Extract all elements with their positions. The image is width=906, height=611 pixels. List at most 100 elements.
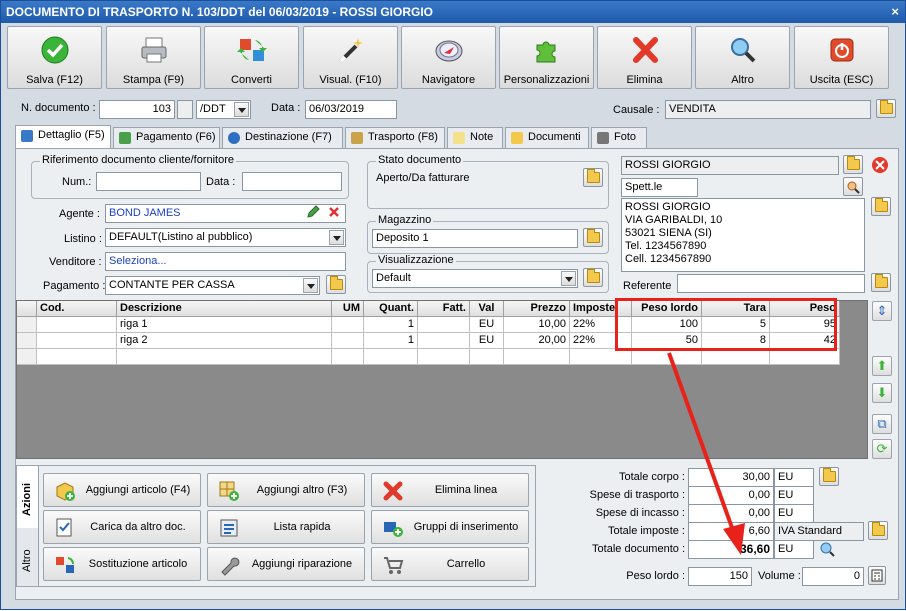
venditore-field[interactable]: Seleziona...	[105, 252, 346, 271]
grid-cell[interactable]: riga 2	[117, 333, 332, 349]
magazzino-field[interactable]: Deposito 1	[372, 229, 578, 248]
num-field[interactable]	[96, 172, 201, 191]
delete-line-button[interactable]: Elimina linea	[371, 473, 529, 507]
grid-cell[interactable]	[632, 349, 702, 365]
peso-lordo-field[interactable]: 150	[688, 567, 752, 586]
column-header[interactable]: Val	[470, 301, 504, 317]
clear-x-icon[interactable]	[327, 205, 341, 219]
delete-button[interactable]: Elimina	[597, 26, 692, 89]
row-selector[interactable]	[17, 333, 37, 349]
row-selector[interactable]	[17, 317, 37, 333]
ndoc-suffix-select[interactable]: /DDT	[196, 100, 251, 119]
spese-trasporto-field[interactable]: 0,00	[688, 486, 774, 505]
tab-documenti[interactable]: Documenti	[505, 127, 589, 148]
causale-field[interactable]: VENDITA	[665, 100, 871, 119]
spese-incasso-field[interactable]: 0,00	[688, 504, 774, 523]
save-button[interactable]: Salva (F12)	[7, 26, 102, 89]
grid-cell[interactable]: 1	[364, 317, 418, 333]
referente-folder-button[interactable]	[871, 273, 891, 292]
column-header[interactable]: UM	[332, 301, 364, 317]
visual-button[interactable]: Visual. (F10)	[303, 26, 398, 89]
rif-date-field[interactable]	[242, 172, 342, 191]
grid-cell[interactable]	[770, 349, 840, 365]
print-button[interactable]: Stampa (F9)	[106, 26, 201, 89]
customize-button[interactable]: Personalizzazioni	[499, 26, 594, 89]
pagamento-folder-button[interactable]	[326, 275, 346, 294]
volume-field[interactable]: 0	[802, 567, 864, 586]
chevron-down-icon[interactable]	[234, 102, 249, 117]
vtab-altro[interactable]: Altro	[17, 528, 39, 586]
magazzino-folder-button[interactable]	[583, 228, 603, 247]
totale-corpo-field[interactable]: 30,00	[688, 468, 774, 487]
referente-field[interactable]	[677, 274, 865, 293]
date-field[interactable]: 06/03/2019	[305, 100, 397, 119]
remove-client-icon[interactable]	[871, 156, 889, 174]
address-folder-button[interactable]	[871, 197, 891, 216]
tab-foto[interactable]: Foto	[591, 127, 647, 148]
chevron-down-icon[interactable]	[329, 230, 344, 245]
cliente-name-field[interactable]: ROSSI GIORGIO	[621, 156, 839, 175]
replace-article-button[interactable]: Sostituzione articolo	[43, 547, 201, 581]
grid-cell[interactable]	[117, 349, 332, 365]
column-header[interactable]: Descrizione	[117, 301, 332, 317]
grid-cell[interactable]: 20,00	[504, 333, 570, 349]
cart-button[interactable]: Carrello	[371, 547, 529, 581]
listino-select[interactable]: DEFAULT(Listino al pubblico)	[105, 228, 346, 247]
grid-cell[interactable]	[332, 333, 364, 349]
tab-trasporto[interactable]: Trasporto (F8)	[345, 127, 445, 148]
quick-list-button[interactable]: Lista rapida	[207, 510, 365, 544]
add-article-button[interactable]: Aggiungi articolo (F4)	[43, 473, 201, 507]
move-up-icon[interactable]: ⬆	[872, 356, 892, 376]
chevron-down-icon[interactable]	[561, 271, 576, 286]
grid-cell[interactable]: 1	[364, 333, 418, 349]
column-header[interactable]: Cod.	[37, 301, 117, 317]
chevron-down-icon[interactable]	[303, 278, 318, 293]
grid-cell[interactable]	[37, 349, 117, 365]
grid-cell[interactable]	[504, 349, 570, 365]
refresh-icon[interactable]: ⟳	[872, 439, 892, 459]
grid-cell[interactable]	[702, 349, 770, 365]
navigator-button[interactable]: Navigatore	[401, 26, 496, 89]
ndoc-field[interactable]: 103	[99, 100, 175, 119]
visualizzazione-select[interactable]: Default	[372, 269, 578, 288]
grid-cell[interactable]	[418, 333, 470, 349]
table-row[interactable]	[17, 349, 840, 365]
insert-groups-button[interactable]: Gruppi di inserimento	[371, 510, 529, 544]
tab-dettaglio[interactable]: Dettaglio (F5)	[15, 125, 111, 149]
tab-destinazione[interactable]: Destinazione (F7)	[222, 127, 343, 148]
copy-line-icon[interactable]: ⧉	[872, 414, 892, 434]
cliente-folder-button[interactable]	[843, 155, 863, 174]
grid-cell[interactable]	[332, 349, 364, 365]
grid-cell[interactable]	[570, 349, 632, 365]
move-down-icon[interactable]: ⬇	[872, 383, 892, 403]
pagamento-select[interactable]: CONTANTE PER CASSA	[105, 276, 320, 295]
column-header[interactable]: Prezzo	[504, 301, 570, 317]
grid-cell[interactable]: EU	[470, 317, 504, 333]
grid-cell[interactable]	[418, 317, 470, 333]
grid-cell[interactable]	[332, 317, 364, 333]
grid-cell[interactable]	[364, 349, 418, 365]
causale-folder-button[interactable]	[876, 99, 896, 118]
address-box[interactable]: ROSSI GIORGIO VIA GARIBALDI, 10 53021 SI…	[621, 198, 865, 272]
add-repair-button[interactable]: Aggiungi riparazione	[207, 547, 365, 581]
grid-cell[interactable]	[37, 317, 117, 333]
client-search-button[interactable]	[843, 177, 863, 196]
grid-cell[interactable]	[37, 333, 117, 349]
totale-corpo-folder-button[interactable]	[819, 467, 839, 486]
grid-cell[interactable]: 10,00	[504, 317, 570, 333]
column-header[interactable]: Fatt.	[418, 301, 470, 317]
grid-cell[interactable]	[470, 349, 504, 365]
other-button[interactable]: Altro	[695, 26, 790, 89]
pencil-icon[interactable]	[306, 205, 320, 219]
tab-pagamento[interactable]: Pagamento (F6)	[113, 127, 220, 148]
vtab-azioni[interactable]: Azioni	[17, 466, 39, 528]
visualizzazione-folder-button[interactable]	[583, 268, 603, 287]
column-header[interactable]: Quant.	[364, 301, 418, 317]
add-other-button[interactable]: Aggiungi altro (F3)	[207, 473, 365, 507]
load-doc-button[interactable]: Carica da altro doc.	[43, 510, 201, 544]
grid-cell[interactable]: EU	[470, 333, 504, 349]
iva-folder-button[interactable]	[868, 521, 888, 540]
exit-button[interactable]: Uscita (ESC)	[794, 26, 889, 89]
totale-imposte-field[interactable]: 6,60	[688, 522, 774, 541]
grid-cell[interactable]: riga 1	[117, 317, 332, 333]
